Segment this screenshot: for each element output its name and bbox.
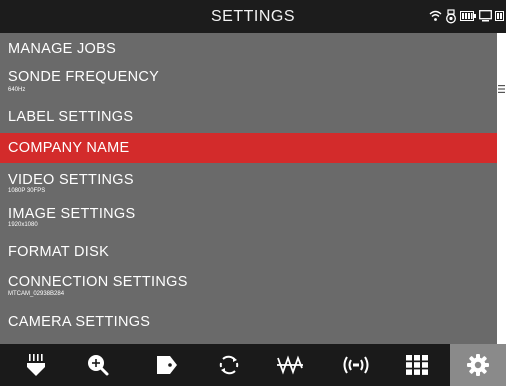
sonde-locate-icon — [277, 355, 303, 375]
menu-item-label: MANAGE JOBS — [8, 41, 117, 57]
menu-item-value: 1080P 30FPS — [8, 188, 46, 194]
menu-item-label: LABEL SETTINGS — [8, 109, 134, 125]
grid-button[interactable] — [389, 344, 445, 386]
menu-item-label-settings[interactable]: LABEL SETTINGS — [0, 99, 497, 133]
menu-item-value: MTCAM_02938B284 — [8, 291, 65, 297]
zoom-button[interactable] — [70, 344, 126, 386]
wifi-icon — [429, 10, 442, 21]
transmit-icon — [343, 356, 369, 374]
rotate-icon — [219, 355, 239, 375]
scrollbar[interactable] — [497, 33, 506, 344]
menu-item-label: SONDE FREQUENCY — [8, 69, 160, 85]
settings-menu: MANAGE JOBS SONDE FREQUENCY 640Hz LABEL … — [0, 33, 497, 344]
battery-icon — [460, 11, 476, 21]
locate-button[interactable] — [262, 344, 318, 386]
menu-item-label: FORMAT DISK — [8, 244, 110, 260]
menu-item-label: VIDEO SETTINGS — [8, 172, 134, 188]
settings-gear-icon — [467, 354, 489, 376]
menu-item-manage-jobs[interactable]: MANAGE JOBS — [0, 33, 497, 63]
status-icons — [429, 8, 504, 24]
menu-item-company-name[interactable]: COMPANY NAME — [0, 133, 497, 163]
menu-item-sonde-frequency[interactable]: SONDE FREQUENCY 640Hz — [0, 63, 497, 99]
transmit-button[interactable] — [328, 344, 384, 386]
menu-item-video-settings[interactable]: VIDEO SETTINGS 1080P 30FPS — [0, 163, 497, 197]
camera-head-icon — [446, 8, 456, 23]
menu-item-label: COMPANY NAME — [8, 140, 130, 156]
zoom-in-icon — [88, 355, 109, 376]
tag-icon — [157, 356, 177, 374]
sonde-icon — [27, 354, 45, 376]
menu-item-format-disk[interactable]: FORMAT DISK — [0, 231, 497, 267]
menu-item-camera-settings[interactable]: CAMERA SETTINGS — [0, 303, 497, 344]
menu-item-connection-settings[interactable]: CONNECTION SETTINGS MTCAM_02938B284 — [0, 267, 497, 303]
grid-icon — [406, 355, 428, 375]
sonde-button[interactable] — [8, 344, 64, 386]
monitor-icon — [479, 10, 492, 22]
header-bar: SETTINGS — [0, 0, 506, 33]
tag-button[interactable] — [139, 344, 195, 386]
battery-small-icon — [495, 11, 504, 21]
settings-button[interactable] — [450, 344, 506, 386]
scroll-grip-icon[interactable] — [498, 83, 505, 95]
menu-item-image-settings[interactable]: IMAGE SETTINGS 1920x1080 — [0, 197, 497, 231]
menu-item-label: CAMERA SETTINGS — [8, 314, 151, 330]
rotate-button[interactable] — [201, 344, 257, 386]
menu-item-label: CONNECTION SETTINGS — [8, 274, 188, 290]
menu-item-label: IMAGE SETTINGS — [8, 206, 136, 222]
menu-item-value: 640Hz — [8, 87, 26, 93]
bottom-toolbar — [0, 344, 506, 386]
menu-item-value: 1920x1080 — [8, 222, 38, 228]
